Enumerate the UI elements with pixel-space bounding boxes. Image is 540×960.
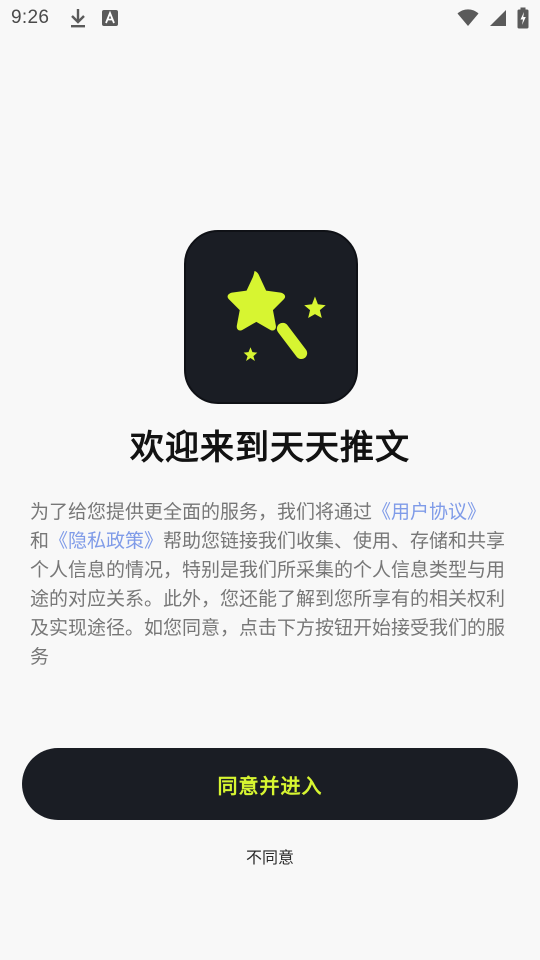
download-icon	[69, 7, 87, 29]
battery-charging-icon	[517, 7, 529, 29]
intro-text-before: 为了给您提供更全面的服务，我们将通过	[30, 501, 373, 523]
magic-wand-star-icon	[227, 271, 326, 361]
agree-and-enter-button[interactable]: 同意并进入	[22, 748, 518, 820]
disagree-button[interactable]: 不同意	[0, 844, 540, 868]
status-bar-right	[457, 7, 529, 29]
user-agreement-link[interactable]: 《用户协议》	[372, 501, 486, 523]
signal-icon	[489, 9, 507, 27]
font-a-icon	[101, 9, 119, 27]
status-time: 9:26	[11, 7, 50, 28]
notification-icons	[69, 7, 119, 29]
welcome-title: 欢迎来到天天推文	[130, 428, 410, 468]
wifi-icon	[457, 9, 479, 27]
intro-text-and: 和	[30, 530, 50, 552]
status-bar-left: 9:26	[11, 7, 119, 29]
privacy-intro-text: 为了给您提供更全面的服务，我们将通过《用户协议》 和《隐私政策》帮助您链接我们收集…	[30, 498, 514, 672]
app-logo	[184, 230, 358, 404]
status-bar: 9:26	[0, 0, 540, 36]
privacy-policy-link[interactable]: 《隐私政策》	[49, 530, 163, 552]
privacy-consent-screen: 9:26 欢迎来到天天推文 为了给您提供更全面的服务，我们将通过《用户协议》 和…	[0, 0, 540, 960]
